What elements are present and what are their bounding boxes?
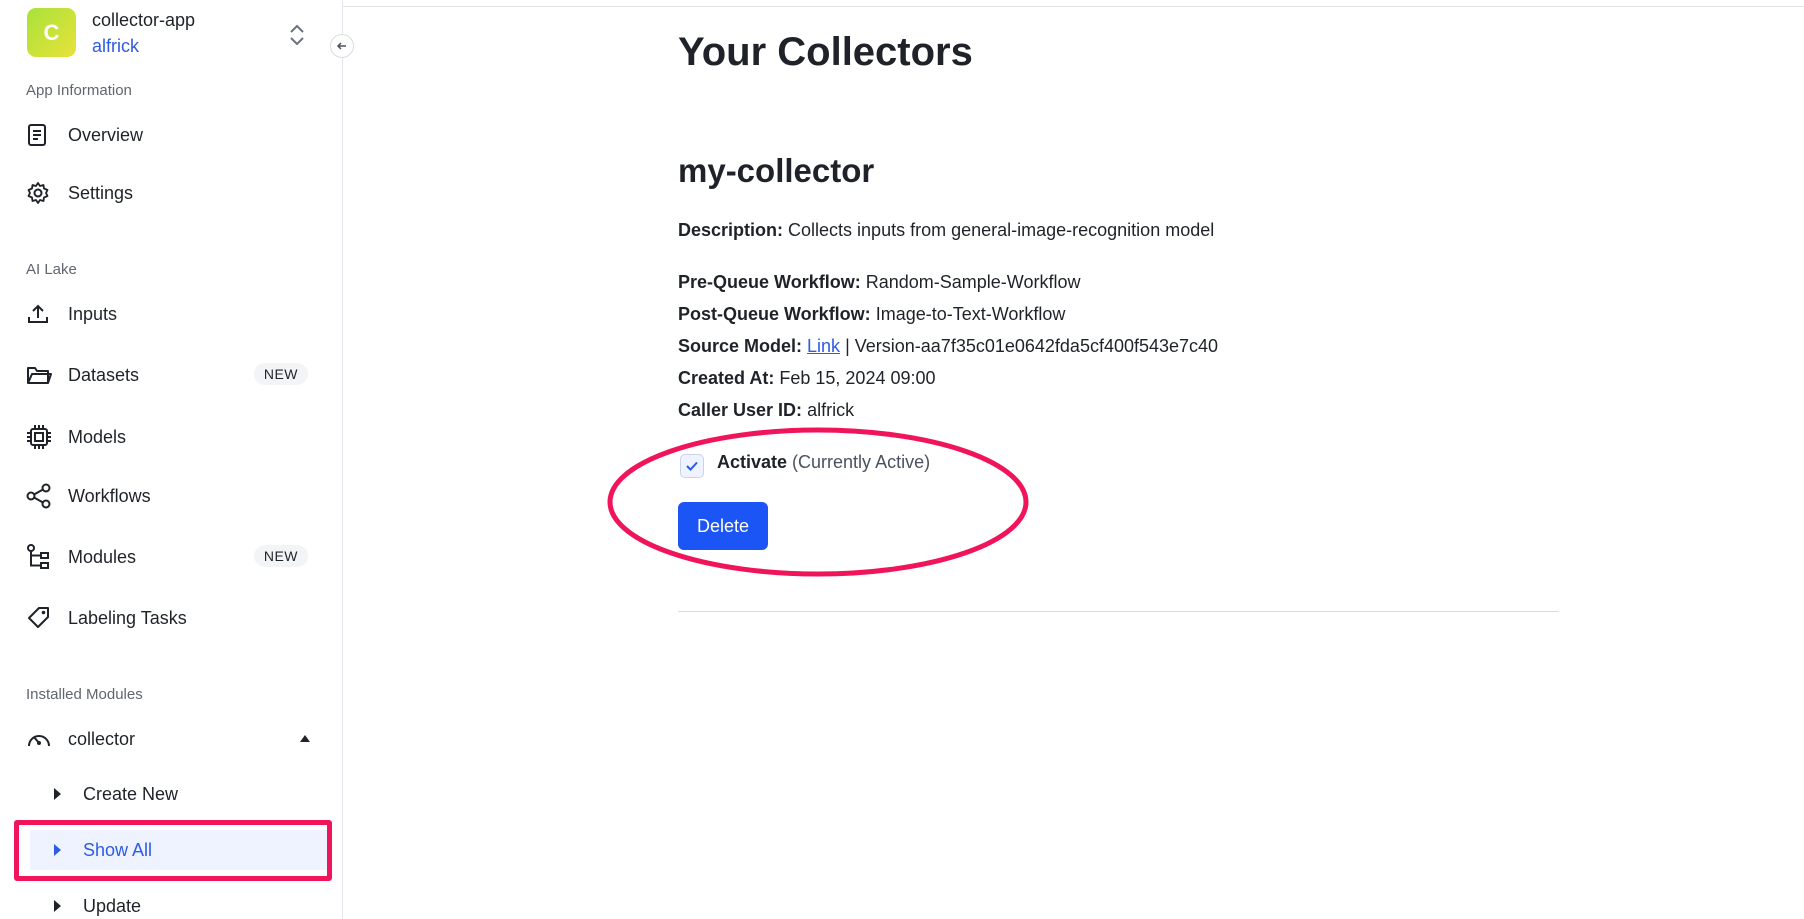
post-queue-value: Image-to-Text-Workflow xyxy=(875,304,1066,324)
caret-right-icon xyxy=(54,788,61,800)
sidebar-subitem-create-new[interactable]: Create New xyxy=(30,774,330,814)
branch-icon xyxy=(26,544,58,570)
app-name: collector-app xyxy=(92,10,196,30)
sidebar-subitem-label: Show All xyxy=(83,839,153,860)
delete-button[interactable]: Delete xyxy=(678,502,768,550)
created-at-label: Created At: xyxy=(678,368,775,388)
document-icon xyxy=(26,122,58,148)
sidebar-item-models[interactable]: Models xyxy=(26,417,316,457)
source-model-link[interactable]: Link xyxy=(807,336,840,356)
sidebar: C collector-app alfrick App Information … xyxy=(0,0,343,919)
annotation-ellipse xyxy=(607,427,1029,577)
created-at-value: Feb 15, 2024 09:00 xyxy=(779,368,936,388)
app-user-link[interactable]: alfrick xyxy=(92,36,139,57)
caller-value: alfrick xyxy=(807,400,855,420)
caller-row: Caller User ID: alfrick xyxy=(678,400,854,421)
sidebar-item-workflows[interactable]: Workflows xyxy=(26,476,316,516)
tag-icon xyxy=(26,605,58,631)
activate-label-group: Activate (Currently Active) xyxy=(717,452,930,473)
pre-queue-label: Pre-Queue Workflow: xyxy=(678,272,861,292)
source-model-label: Source Model: xyxy=(678,336,803,356)
section-divider xyxy=(678,611,1559,612)
caret-up-icon[interactable] xyxy=(300,735,310,742)
page-title: Your Collectors xyxy=(678,30,973,74)
sidebar-item-label: Labeling Tasks xyxy=(68,607,187,628)
sidebar-subitem-label: Update xyxy=(83,895,142,916)
post-queue-label: Post-Queue Workflow: xyxy=(678,304,871,324)
collapse-sidebar-button[interactable] xyxy=(330,34,354,58)
activate-label: Activate xyxy=(717,452,788,472)
caret-right-icon xyxy=(54,844,61,856)
sidebar-item-label: Settings xyxy=(68,182,134,203)
sidebar-item-labeling-tasks[interactable]: Labeling Tasks xyxy=(26,598,316,638)
sidebar-item-settings[interactable]: Settings xyxy=(26,173,316,213)
pre-queue-value: Random-Sample-Workflow xyxy=(865,272,1081,292)
caller-label: Caller User ID: xyxy=(678,400,803,420)
gauge-icon xyxy=(26,726,58,752)
sidebar-subitem-update[interactable]: Update xyxy=(30,886,330,919)
app-switcher-chevron-icon[interactable] xyxy=(286,22,308,48)
section-app-information: App Information xyxy=(26,82,132,99)
source-model-version: | Version-aa7f35c01e0642fda5cf400f543e7c… xyxy=(845,336,1219,356)
app-avatar[interactable]: C xyxy=(27,8,76,57)
sidebar-item-label: Workflows xyxy=(68,485,151,506)
sidebar-item-collector[interactable]: collector xyxy=(26,719,316,759)
folder-icon xyxy=(26,362,58,388)
arrow-left-icon xyxy=(336,40,348,52)
chip-icon xyxy=(26,424,58,450)
upload-icon xyxy=(26,301,58,327)
activate-checkbox[interactable] xyxy=(680,454,704,478)
sidebar-item-overview[interactable]: Overview xyxy=(26,115,316,155)
pre-queue-row: Pre-Queue Workflow: Random-Sample-Workfl… xyxy=(678,272,1080,293)
checkmark-icon xyxy=(685,460,699,472)
sidebar-item-inputs[interactable]: Inputs xyxy=(26,294,316,334)
sidebar-item-modules[interactable]: Modules NEW xyxy=(26,537,316,577)
gear-icon xyxy=(26,180,58,206)
sidebar-item-label: Datasets xyxy=(68,364,140,385)
section-ai-lake: AI Lake xyxy=(26,261,77,278)
sidebar-item-label: Models xyxy=(68,426,127,447)
description-label: Description: xyxy=(678,220,784,240)
created-at-row: Created At: Feb 15, 2024 09:00 xyxy=(678,368,936,389)
sidebar-item-label: collector xyxy=(68,728,136,749)
source-model-row: Source Model: Link | Version-aa7f35c01e0… xyxy=(678,336,1218,357)
caret-right-icon xyxy=(54,900,61,912)
sidebar-item-label: Inputs xyxy=(68,303,118,324)
share-nodes-icon xyxy=(26,483,58,509)
sidebar-item-label: Modules xyxy=(68,546,137,567)
new-badge: NEW xyxy=(253,545,308,567)
activate-status: (Currently Active) xyxy=(792,452,931,472)
new-badge: NEW xyxy=(253,363,308,385)
description-row: Description: Collects inputs from genera… xyxy=(678,220,1214,241)
sidebar-item-label: Overview xyxy=(68,124,144,145)
sidebar-subitem-label: Create New xyxy=(83,783,179,804)
description-value: Collects inputs from general-image-recog… xyxy=(788,220,1215,240)
collector-name: my-collector xyxy=(678,152,875,189)
post-queue-row: Post-Queue Workflow: Image-to-Text-Workf… xyxy=(678,304,1065,325)
section-installed-modules: Installed Modules xyxy=(26,686,143,703)
sidebar-subitem-show-all[interactable]: Show All xyxy=(30,830,330,870)
sidebar-item-datasets[interactable]: Datasets NEW xyxy=(26,355,316,395)
